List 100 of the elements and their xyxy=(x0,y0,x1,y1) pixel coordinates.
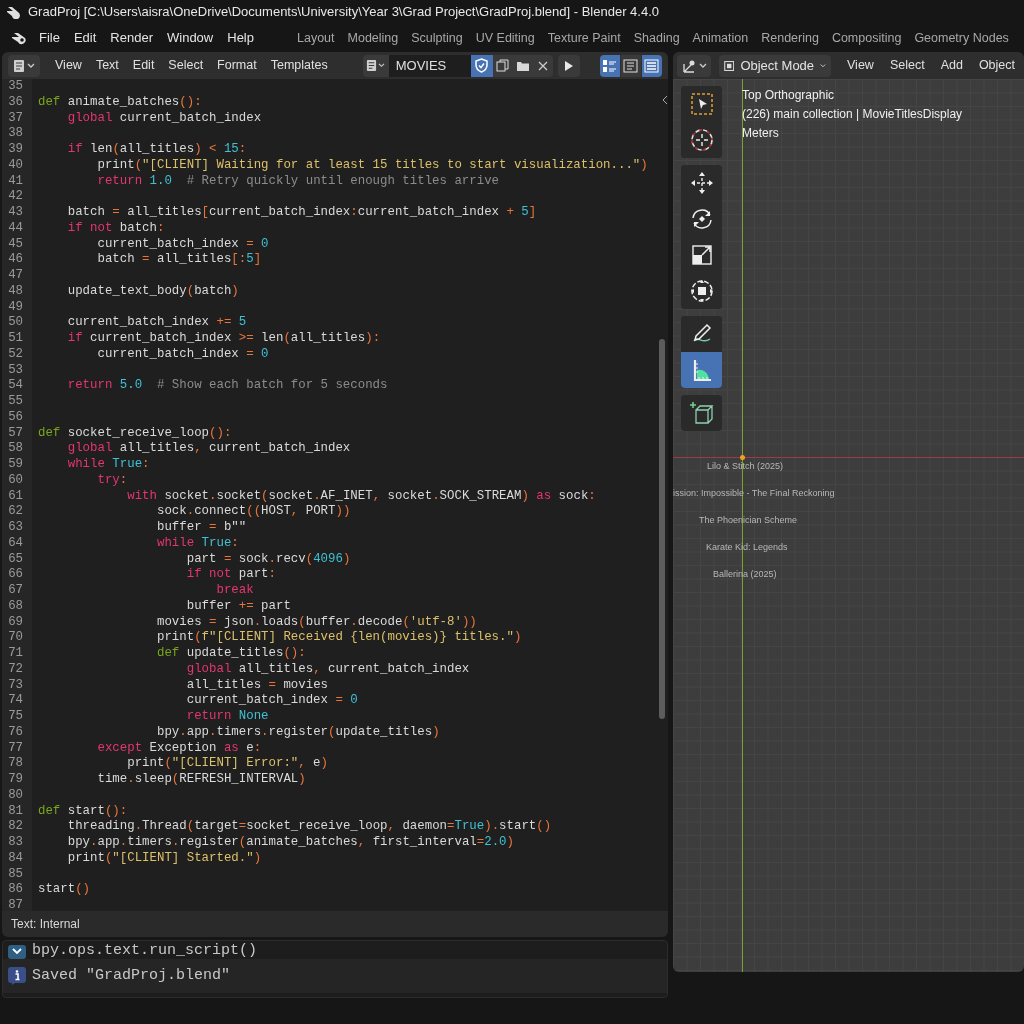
menu-item[interactable]: Select xyxy=(161,56,211,75)
line-number: 47 xyxy=(7,268,24,284)
viewport-info-text: Top Orthographic xyxy=(742,87,836,103)
line-number: 36 xyxy=(7,94,24,111)
code-line: movies = json.loads(buffer.decode('utf-8')) xyxy=(155,614,477,631)
line-number: 42 xyxy=(7,189,24,205)
new-text-button[interactable] xyxy=(492,54,513,77)
line-number: 84 xyxy=(7,850,24,867)
line-number: 56 xyxy=(7,409,24,426)
line-number: 43 xyxy=(7,205,24,221)
blender-logo-icon[interactable] xyxy=(11,31,29,45)
caret-icon xyxy=(699,62,707,69)
line-number: 70 xyxy=(7,630,24,646)
line-number: 59 xyxy=(7,457,24,473)
code-line: global all_titles, current_batch_index xyxy=(185,661,470,678)
code-line: def socket_receive_loop(): xyxy=(38,425,232,442)
code-line: def start(): xyxy=(38,803,128,820)
menu-item[interactable]: Render xyxy=(103,28,160,48)
code-line: threading.Thread(target=socket_receive_loop, daemon=True).start() xyxy=(66,819,552,835)
fake-user-button[interactable] xyxy=(470,54,493,77)
code-line: start() xyxy=(38,882,91,898)
word-wrap-toggle[interactable] xyxy=(620,54,641,77)
menu-item[interactable]: Templates xyxy=(263,56,335,75)
workspace-tab[interactable]: Layout xyxy=(291,28,341,48)
line-number: 63 xyxy=(7,520,24,536)
line-number: 45 xyxy=(7,236,24,253)
workspace-tab[interactable]: Compositing xyxy=(825,28,908,48)
line-number: 66 xyxy=(7,567,24,583)
code-line: def animate_batches(): xyxy=(38,94,202,111)
line-number: 37 xyxy=(7,110,24,127)
line-number: 58 xyxy=(7,441,24,457)
menu-item[interactable]: Object xyxy=(970,56,1023,75)
text-browse-button[interactable] xyxy=(362,54,389,77)
mode-dropdown[interactable]: Object Mode xyxy=(719,54,831,77)
code-line: buffer += part xyxy=(185,598,291,615)
viewport-info-text: Meters xyxy=(742,125,780,141)
run-script-button[interactable] xyxy=(557,54,580,77)
menu-item[interactable]: Edit xyxy=(125,56,162,75)
line-numbers-toggle[interactable] xyxy=(599,54,620,77)
status-text: Text: Internal xyxy=(11,916,80,933)
syntax-highlight-toggle[interactable] xyxy=(641,54,662,77)
line-number: 65 xyxy=(7,551,24,568)
menu-item[interactable]: Help xyxy=(220,28,261,48)
workspace-tab[interactable]: Shading xyxy=(627,28,686,48)
ruler-tool[interactable] xyxy=(681,352,722,388)
viewport-info-text: (226) main collection | MovieTitlesDisplay xyxy=(742,106,963,122)
workspace-tab[interactable]: UV Editing xyxy=(469,28,541,48)
code-line: break xyxy=(215,583,254,599)
menu-item[interactable]: View xyxy=(839,56,882,75)
workspace-tab[interactable]: Animation xyxy=(686,28,755,48)
info-icon xyxy=(8,967,26,985)
code-line: print("[CLIENT] Started.") xyxy=(66,850,262,867)
code-line: return 1.0 # Retry quickly until enough titles arrive xyxy=(96,173,500,190)
editor-type-button[interactable] xyxy=(8,54,40,77)
menu-item[interactable]: Select xyxy=(881,56,933,75)
close-icon xyxy=(537,60,548,71)
code-line: while True: xyxy=(66,457,150,473)
code-line: all_titles = movies xyxy=(185,677,328,694)
workspace-tab[interactable]: Modeling xyxy=(341,28,405,48)
workspace-tab[interactable]: Sculpting xyxy=(405,28,469,48)
line-number: 35 xyxy=(7,79,24,95)
line-number: 75 xyxy=(7,709,24,725)
menu-item[interactable]: Text xyxy=(88,56,126,75)
code-line: def update_titles(): xyxy=(155,646,306,662)
editor-type-button[interactable] xyxy=(677,54,711,77)
add-cube-icon xyxy=(688,400,715,426)
document-icon xyxy=(366,59,378,72)
line-number: 77 xyxy=(7,740,24,757)
workspace-tab[interactable]: Rendering xyxy=(755,28,825,48)
line-number: 49 xyxy=(7,299,24,316)
text-name-field[interactable]: MOVIES xyxy=(388,54,471,77)
check-icon xyxy=(8,945,26,959)
blender-logo-icon xyxy=(6,5,22,19)
line-number: 71 xyxy=(7,646,24,662)
copy-icon xyxy=(496,59,510,72)
code-line: print("[CLIENT] Waiting for at least 15 titles to start visualization...") xyxy=(96,157,648,174)
code-line: update_text_body(batch) xyxy=(66,283,239,300)
code-line: current_batch_index = 0 xyxy=(185,693,358,709)
code-line: batch = all_titles[:5] xyxy=(96,252,262,268)
workspace-tab[interactable]: Texture Paint xyxy=(541,28,627,48)
menu-item[interactable]: Edit xyxy=(66,28,104,48)
menu-item[interactable]: File xyxy=(32,28,67,48)
line-number: 51 xyxy=(7,331,24,347)
menu-item[interactable]: Format xyxy=(210,56,264,75)
line-number: 50 xyxy=(7,315,24,331)
scrollbar[interactable] xyxy=(659,339,665,719)
code-line: if current_batch_index >= len(all_titles): xyxy=(66,331,381,347)
workspace-tab[interactable]: Geometry Nodes xyxy=(908,28,1015,48)
folder-icon xyxy=(515,59,530,72)
unlink-button[interactable] xyxy=(532,54,553,77)
select-box-icon xyxy=(688,91,715,117)
code-line: time.sleep(REFRESH_INTERVAL) xyxy=(96,772,306,788)
object-mode-icon xyxy=(724,58,735,73)
line-number: 55 xyxy=(7,394,24,410)
line-number: 74 xyxy=(7,693,24,709)
code-line: current_batch_index += 5 xyxy=(66,315,247,331)
line-number: 80 xyxy=(7,787,24,804)
menu-item[interactable]: Window xyxy=(160,28,221,48)
menu-item[interactable]: View xyxy=(48,56,89,75)
menu-item[interactable]: Add xyxy=(932,56,971,75)
